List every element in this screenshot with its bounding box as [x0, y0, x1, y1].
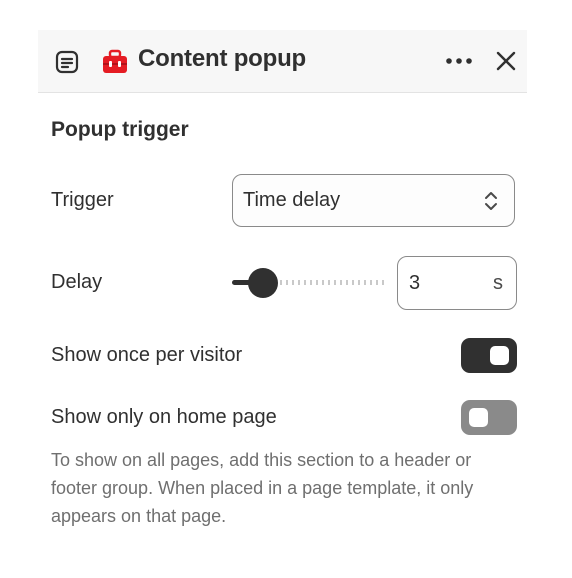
trigger-label: Trigger — [51, 189, 114, 211]
document-lines-icon[interactable] — [54, 49, 80, 75]
close-icon[interactable] — [494, 49, 518, 73]
red-toolbox-icon — [103, 49, 127, 73]
section-title: Popup trigger — [51, 118, 189, 141]
delay-value: 3 — [409, 272, 421, 294]
more-horizontal-icon[interactable] — [444, 50, 474, 72]
show-once-label: Show once per visitor — [51, 344, 243, 366]
trigger-select[interactable]: Time delay — [232, 174, 515, 227]
show-once-toggle[interactable] — [461, 338, 517, 373]
delay-label: Delay — [51, 271, 103, 293]
slider-thumb[interactable] — [248, 268, 278, 298]
trigger-select-value: Time delay — [243, 189, 341, 211]
panel-header: Content popup — [38, 30, 527, 93]
toggle-knob — [490, 346, 509, 365]
delay-slider[interactable] — [232, 268, 384, 298]
content-popup-panel: Content popup Popup trigger Trigger Time… — [38, 30, 527, 578]
help-text: To show on all pages, add this section t… — [51, 450, 474, 526]
toggle-knob — [469, 408, 488, 427]
delay-unit: s — [493, 272, 503, 294]
panel-title: Content popup — [138, 45, 307, 72]
delay-number-field[interactable]: 3 s — [397, 256, 517, 310]
home-only-toggle[interactable] — [461, 400, 517, 435]
chevron-up-down-icon — [485, 192, 497, 210]
home-only-label: Show only on home page — [51, 406, 277, 428]
